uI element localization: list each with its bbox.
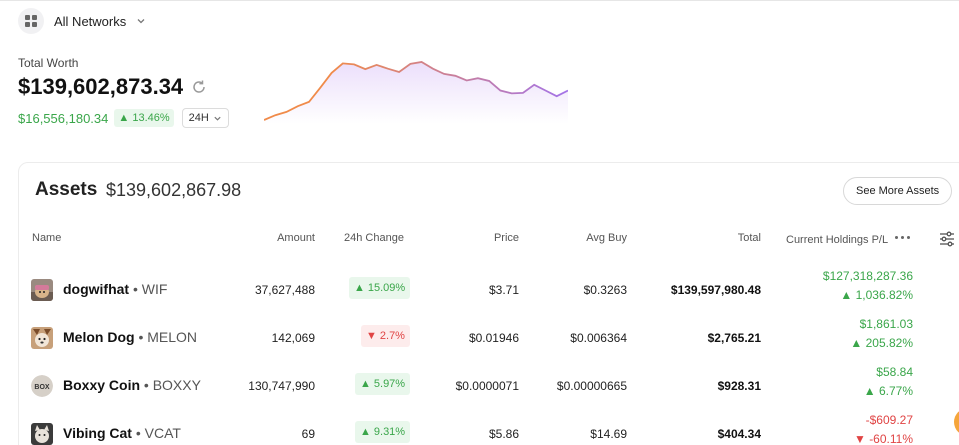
- table-row[interactable]: Melon Dog • MELON 142,069 ▼ 2.7% $0.01946…: [19, 313, 959, 361]
- see-more-assets-button[interactable]: See More Assets: [843, 177, 953, 205]
- up-arrow-icon: ▲: [863, 384, 879, 398]
- pl-value: -$609.27: [865, 413, 913, 427]
- pl-value: $1,861.03: [859, 317, 913, 331]
- total-worth-amount: $139,602,873.34: [18, 74, 184, 99]
- worth-change-pct-badge: ▲ 13.46%: [114, 109, 174, 127]
- pl-pct: ▲ 1,036.82%: [713, 288, 913, 302]
- token-name-text: Melon Dog: [63, 329, 135, 345]
- change-value: 9.31%: [373, 426, 406, 438]
- pl-pct: ▲ 6.77%: [713, 384, 913, 398]
- table-row[interactable]: Vibing Cat • VCAT 69 ▲ 9.31% $5.86 $14.69…: [19, 409, 959, 445]
- grid-icon: [18, 8, 44, 34]
- token-name: Melon Dog • MELON: [63, 329, 197, 345]
- change-badge: ▲ 5.97%: [355, 373, 411, 395]
- col-header-price[interactable]: Price: [459, 232, 519, 244]
- refresh-icon[interactable]: [191, 79, 207, 95]
- chevron-down-icon: [137, 19, 145, 24]
- change-value: 15.09%: [367, 282, 406, 294]
- period-label: 24H: [188, 112, 209, 124]
- network-label: All Networks: [54, 13, 127, 29]
- assets-total-value: $139,602,867.98: [106, 180, 242, 200]
- amount-cell: 130,747,990: [248, 379, 315, 393]
- col-header-amount[interactable]: Amount: [249, 232, 315, 244]
- assets-card: Assets $139,602,867.98 See More Assets N…: [18, 162, 959, 445]
- token-symbol: • WIF: [133, 281, 168, 297]
- sliders-icon[interactable]: [939, 231, 955, 247]
- change-badge: ▼ 2.7%: [361, 325, 410, 347]
- assets-title: Assets: [35, 179, 98, 200]
- wif-avatar: [31, 279, 53, 301]
- token-symbol: • MELON: [138, 329, 198, 345]
- more-options-icon[interactable]: [895, 236, 910, 239]
- amount-cell: 37,627,488: [254, 283, 315, 297]
- token-name: dogwifhat • WIF: [63, 281, 167, 297]
- svg-text:BOX: BOX: [34, 384, 50, 391]
- col-header-name[interactable]: Name: [32, 232, 61, 244]
- pl-pct: ▼ -60.11%: [713, 432, 913, 445]
- pl-pct-value: 1,036.82%: [855, 288, 913, 302]
- pl-pct-value: -60.11%: [869, 432, 913, 445]
- change-value: 5.97%: [373, 378, 406, 390]
- total-worth-value: $139,602,873.34: [18, 74, 207, 100]
- melon-avatar: [31, 327, 53, 349]
- pl-cell: $58.84 ▲ 6.77%: [713, 365, 913, 398]
- token-name-text: Vibing Cat: [63, 425, 132, 441]
- token-name-text: Boxxy Coin: [63, 377, 141, 393]
- col-header-total[interactable]: Total: [701, 232, 761, 244]
- pl-pct-value: 205.82%: [865, 336, 913, 350]
- worth-change-pct: 13.46%: [132, 112, 170, 124]
- avg-buy-cell: $0.006364: [570, 331, 627, 345]
- pl-pct-value: 6.77%: [878, 384, 913, 398]
- worth-sparkline: [264, 61, 568, 124]
- pl-cell: -$609.27 ▼ -60.11%: [713, 413, 913, 445]
- pl-pct: ▲ 205.82%: [713, 336, 913, 350]
- change-value: 2.7%: [379, 330, 405, 342]
- col-header-avg-buy[interactable]: Avg Buy: [567, 232, 627, 244]
- price-cell: $3.71: [488, 283, 519, 297]
- top-border: [0, 0, 959, 1]
- col-header-pl[interactable]: Current Holdings P/L: [786, 234, 888, 246]
- up-arrow-icon: ▲: [840, 288, 856, 302]
- change-badge: ▲ 9.31%: [355, 421, 411, 443]
- change-badge: ▲ 15.09%: [349, 277, 411, 299]
- token-name: Vibing Cat • VCAT: [63, 425, 181, 441]
- price-cell: $0.01946: [468, 331, 519, 345]
- col-header-24h-change[interactable]: 24h Change: [344, 232, 404, 244]
- worth-change-row: $16,556,180.34 ▲ 13.46% 24H: [18, 108, 229, 128]
- avg-buy-cell: $14.69: [590, 427, 627, 441]
- down-arrow-icon: ▼: [366, 330, 377, 342]
- chevron-down-icon: [214, 116, 221, 121]
- avg-buy-cell: $0.00000665: [556, 379, 627, 393]
- network-selector[interactable]: All Networks: [18, 8, 146, 34]
- token-name-text: dogwifhat: [63, 281, 130, 297]
- pl-value: $58.84: [876, 365, 913, 379]
- amount-cell: 142,069: [271, 331, 315, 345]
- down-arrow-icon: ▼: [853, 432, 870, 445]
- up-arrow-icon: ▲: [850, 336, 866, 350]
- avg-buy-cell: $0.3263: [583, 283, 627, 297]
- up-arrow-icon: ▲: [354, 282, 365, 294]
- total-worth-label: Total Worth: [18, 56, 79, 70]
- table-row[interactable]: dogwifhat • WIF 37,627,488 ▲ 15.09% $3.71…: [19, 265, 959, 313]
- price-cell: $5.86: [488, 427, 519, 441]
- price-cell: $0.0000071: [455, 379, 519, 393]
- up-arrow-icon: ▲: [360, 426, 371, 438]
- table-row[interactable]: BOX Boxxy Coin • BOXXY 130,747,990 ▲ 5.97…: [19, 361, 959, 409]
- token-symbol: • VCAT: [135, 425, 181, 441]
- pl-cell: $127,318,287.36 ▲ 1,036.82%: [713, 269, 913, 302]
- worth-change-value: $16,556,180.34: [18, 110, 109, 126]
- pl-cell: $1,861.03 ▲ 205.82%: [713, 317, 913, 350]
- token-name: Boxxy Coin • BOXXY: [63, 377, 201, 393]
- pl-value: $127,318,287.36: [822, 269, 913, 283]
- amount-cell: 69: [301, 427, 315, 441]
- period-selector[interactable]: 24H: [181, 108, 229, 128]
- vcat-avatar: [31, 423, 53, 445]
- up-arrow-icon: ▲: [360, 378, 371, 390]
- token-symbol: • BOXXY: [143, 377, 201, 393]
- boxxy-avatar: BOX: [31, 375, 53, 397]
